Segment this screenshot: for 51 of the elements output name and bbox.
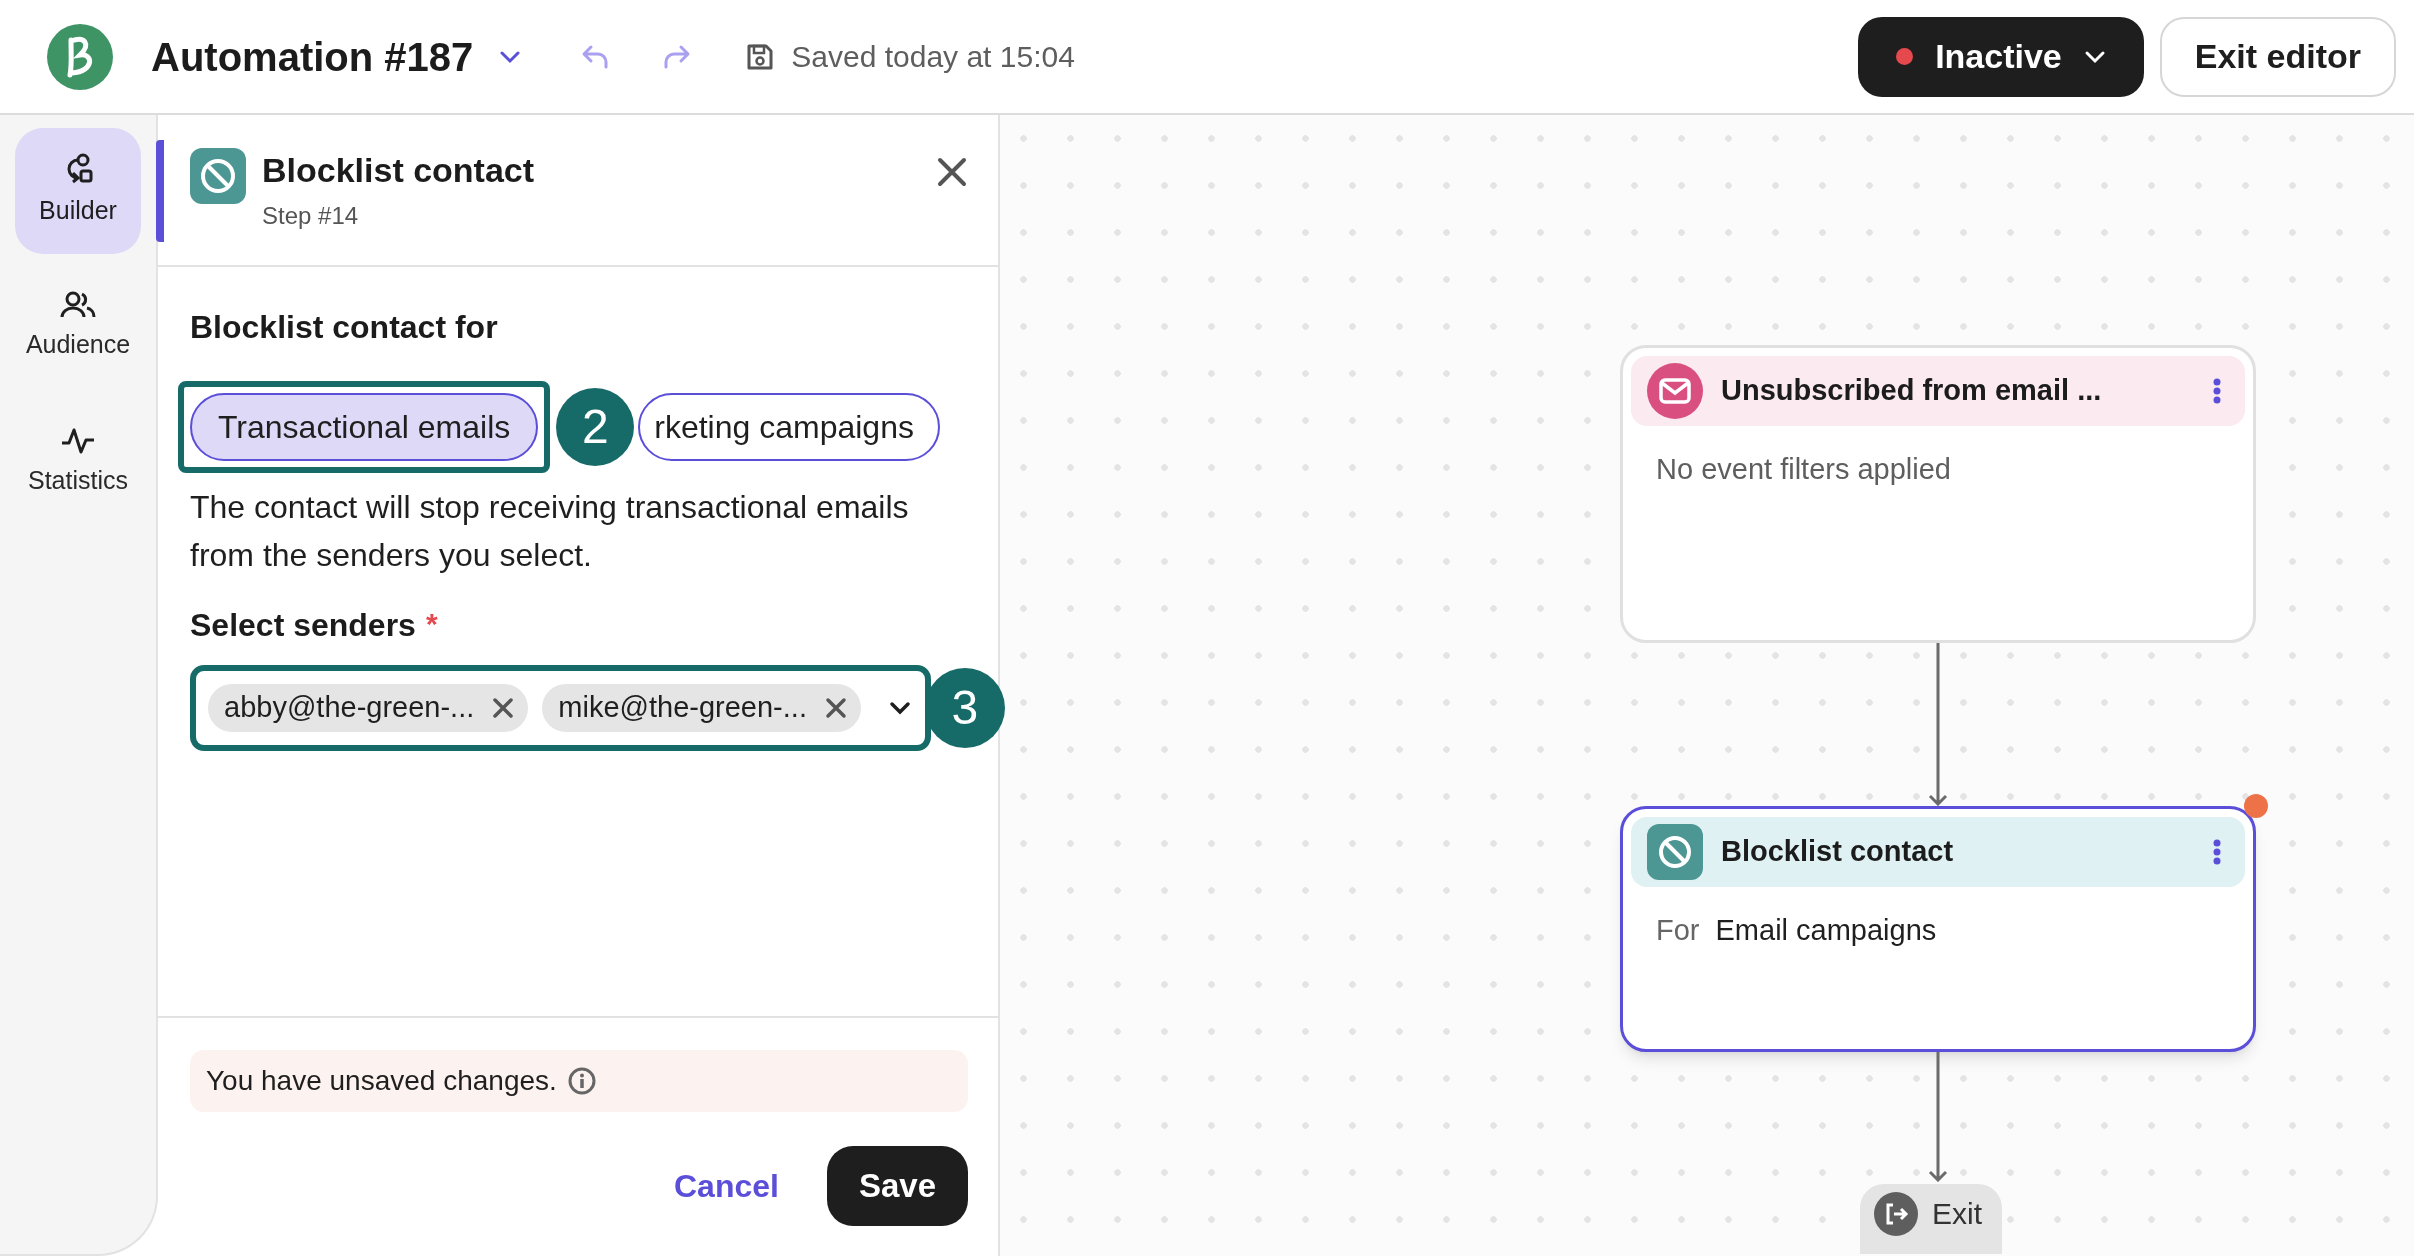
kebab-icon [2213,378,2221,404]
node-title: Blocklist contact [1721,834,1955,870]
section-label: Blocklist contact for [190,308,499,347]
status-dropdown-button[interactable]: Inactive [1858,16,2144,97]
exit-node[interactable]: Exit [1860,1184,2002,1254]
more-button[interactable] [2213,378,2221,404]
save-button[interactable]: Save [826,1146,968,1226]
senders-label: Select senders [190,606,416,645]
for-value: Email campaigns [1715,913,1937,948]
workflow-node[interactable]: Blocklist contact For Email campaigns [1620,806,2256,1052]
panel-title: Blocklist contact [262,150,536,191]
cancel-button[interactable]: Cancel [674,1162,779,1210]
sender-email: mike@the-green-... [558,690,807,726]
required-mark: * [425,606,438,642]
for-label: For [1656,913,1700,948]
node-description: No event filters applied [1656,452,1951,487]
chevron-down-icon [499,49,522,64]
close-button[interactable] [936,156,968,188]
logo-icon [47,23,113,90]
senders-field[interactable]: abby@the-green-... mike@the-green-... [190,665,931,751]
node-title: Unsubscribed from email ... [1721,373,2103,409]
step-marker: 2 [556,388,635,466]
kebab-icon [2213,839,2221,865]
chevron-down-icon [2083,49,2106,64]
remove-chip-button[interactable] [824,697,847,719]
description-text: The contact will stop receiving transactional emails from the senders you select. [190,488,910,575]
workflow-node[interactable]: Unsubscribed from email ... No event filters applied [1620,345,2256,643]
option-pill[interactable]: rketing campaigns [638,393,940,461]
more-button[interactable] [2213,839,2221,865]
exit-editor-button[interactable]: Exit editor [2159,16,2396,97]
close-icon [824,697,847,719]
sidebar-item[interactable]: Audience [15,264,141,390]
remove-chip-button[interactable] [492,697,515,719]
sidebar-item[interactable]: Statistics [15,400,141,526]
chevron-down-icon [888,701,911,715]
envelope-icon [1647,363,1703,419]
exit-label: Exit [1932,1196,1982,1232]
blocklist-icon [1647,824,1703,880]
save-status: Saved today at 15:04 [791,39,1075,75]
notice-text: You have unsaved changes. [206,1064,557,1098]
automation-title: Automation #187 [151,33,474,81]
close-icon [936,156,968,188]
title-dropdown-button[interactable] [499,49,522,64]
info-icon [566,1066,597,1096]
exit-icon [1874,1192,1918,1236]
step-number: Step #14 [262,201,360,231]
blocklist-icon [190,148,246,204]
sidebar-item[interactable]: Builder [15,128,141,254]
close-icon [492,697,515,719]
sender-email: abby@the-green-... [224,690,475,726]
option-pill[interactable]: Transactional emails [190,393,539,461]
